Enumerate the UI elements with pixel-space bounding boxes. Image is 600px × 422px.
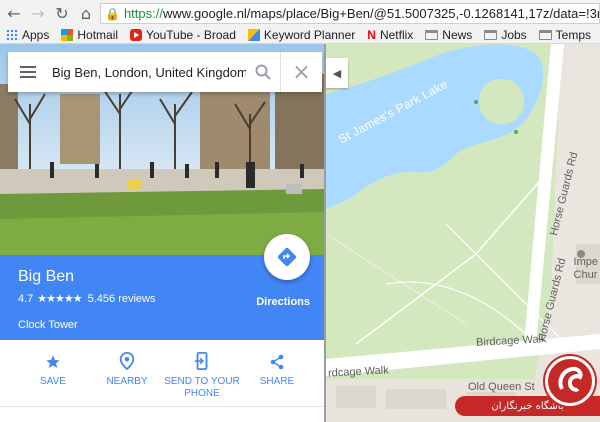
phone-icon <box>194 350 210 370</box>
bookmark-youtube[interactable]: YouTube - Broad <box>130 28 236 42</box>
map-label-line: Impe <box>573 256 598 268</box>
send-label-line1: SEND TO YOUR <box>164 376 240 387</box>
bookmark-hotmail[interactable]: Hotmail <box>61 28 118 42</box>
back-icon[interactable]: ← <box>4 4 24 24</box>
collapse-panel-button[interactable]: ◀ <box>326 58 348 88</box>
apps-icon <box>6 29 18 41</box>
netflix-icon: N <box>367 28 376 42</box>
rating-row: 4.7 ★★★★★ 5.456 reviews <box>18 292 155 305</box>
bookmark-netflix[interactable]: N Netflix <box>367 28 413 42</box>
send-to-phone-button[interactable]: SEND TO YOUR PHONE <box>164 350 240 400</box>
watermark-emblem-icon <box>545 356 595 406</box>
action-row: SAVE NEARBY SEND TO YOUR PHONE SHARE <box>0 344 324 404</box>
bookmark-keyword-planner[interactable]: Keyword Planner <box>247 28 356 42</box>
map-label-line: Chur <box>573 269 598 281</box>
close-icon[interactable]: × <box>280 52 322 92</box>
bookmark-label: Temps <box>555 28 592 42</box>
rating-value: 4.7 <box>18 292 34 305</box>
youtube-icon <box>130 29 143 41</box>
bookmark-news[interactable]: News <box>425 28 472 42</box>
nearby-button[interactable]: NEARBY <box>104 350 150 388</box>
folder-icon <box>484 30 498 40</box>
bookmark-label: Jobs <box>501 28 527 42</box>
location-pin-icon <box>119 350 135 370</box>
directions-button[interactable] <box>264 234 310 280</box>
reload-icon[interactable]: ↻ <box>52 4 72 24</box>
reviews-link[interactable]: 5.456 reviews <box>88 293 156 305</box>
place-category: Clock Tower <box>18 319 78 331</box>
menu-icon[interactable] <box>8 52 48 92</box>
folder-icon <box>425 30 439 40</box>
url-scheme: https:// <box>123 6 163 21</box>
map-label-impe: Impe Chur <box>574 256 598 282</box>
bookmark-temps[interactable]: Temps <box>538 28 592 42</box>
keyword-planner-icon <box>247 29 260 41</box>
bookmarks-bar: Apps Hotmail YouTube - Broad Keyword Pla… <box>0 27 600 44</box>
nearby-label: NEARBY <box>106 376 148 387</box>
bookmark-jobs[interactable]: Jobs <box>484 28 527 42</box>
folder-icon <box>538 30 552 40</box>
send-label-line2: PHONE <box>184 388 220 399</box>
home-icon[interactable]: ⌂ <box>76 4 96 24</box>
share-label: SHARE <box>259 376 295 387</box>
search-box: Big Ben, London, United Kingdom × <box>8 52 322 92</box>
save-button[interactable]: SAVE <box>33 350 73 388</box>
search-input[interactable]: Big Ben, London, United Kingdom <box>52 65 246 80</box>
share-icon <box>269 350 285 370</box>
directions-label[interactable]: Directions <box>256 296 310 308</box>
bookmark-label: News <box>442 28 473 42</box>
share-button[interactable]: SHARE <box>255 350 299 388</box>
url-bar[interactable]: 🔒 https:// www.google.nl/maps/place/Big+… <box>100 3 600 24</box>
divider <box>0 406 324 407</box>
url-text: www.google.nl/maps/place/Big+Ben/@51.500… <box>162 6 600 21</box>
save-label: SAVE <box>40 376 66 387</box>
star-icon <box>45 350 61 370</box>
lock-icon: 🔒 <box>105 6 120 21</box>
forward-icon[interactable]: → <box>28 4 48 24</box>
directions-icon <box>277 247 297 267</box>
star-rating-icon: ★★★★★ <box>37 292 82 305</box>
watermark-logo: باشگاه خبرنگاران <box>455 356 600 422</box>
place-title: Big Ben <box>18 268 75 285</box>
bookmark-apps[interactable]: Apps <box>6 28 49 42</box>
bookmark-label: Netflix <box>379 28 414 42</box>
bookmark-label: Apps <box>22 28 50 42</box>
bookmark-label: Hotmail <box>77 28 119 42</box>
hotmail-icon <box>61 29 74 41</box>
browser-toolbar: ← → ↻ ⌂ 🔒 https:// www.google.nl/maps/pl… <box>0 0 600 27</box>
bookmark-label: YouTube - Broad <box>146 28 236 42</box>
place-panel: Big Ben, London, United Kingdom × Big Be… <box>0 44 326 422</box>
search-icon[interactable] <box>246 52 280 92</box>
chevron-left-icon: ◀ <box>332 67 342 80</box>
bookmark-label: Keyword Planner <box>263 28 356 42</box>
